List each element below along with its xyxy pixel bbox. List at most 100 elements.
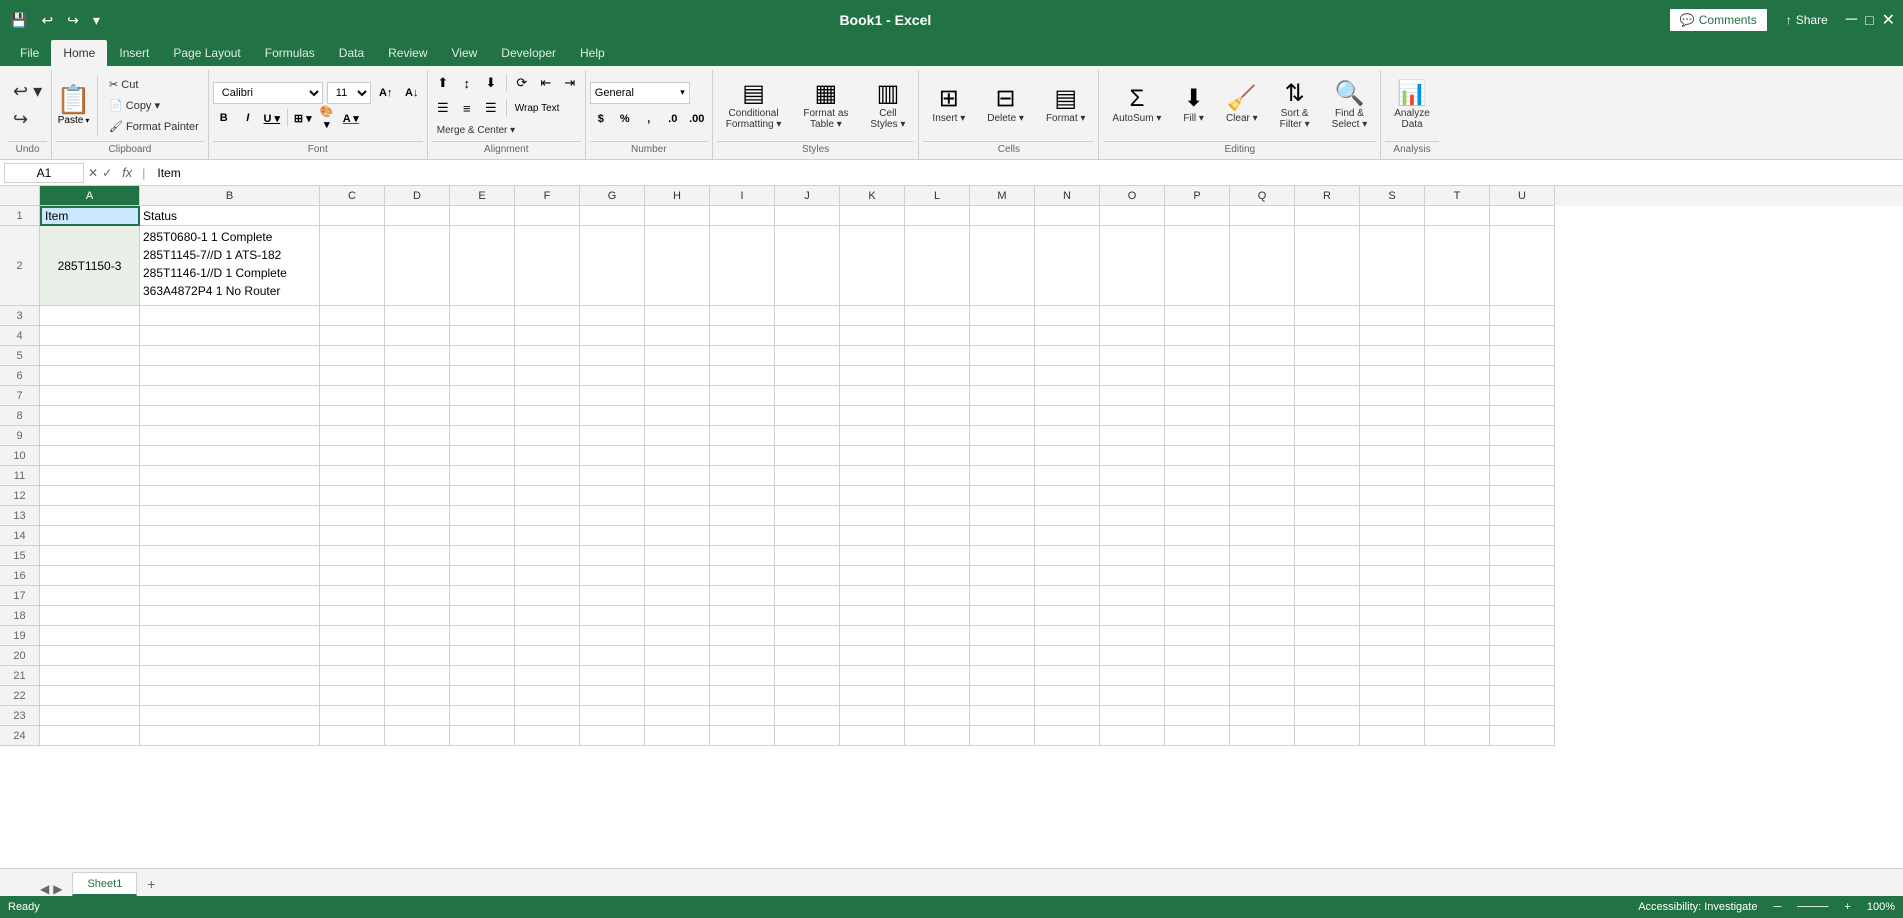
cell-S11[interactable] [1360,466,1425,486]
formula-input[interactable] [153,166,1899,180]
cell-L22[interactable] [905,686,970,706]
cell-J2[interactable] [775,226,840,306]
save-icon[interactable]: 💾 [8,10,29,31]
cell-C5[interactable] [320,346,385,366]
cell-S5[interactable] [1360,346,1425,366]
cell-H23[interactable] [645,706,710,726]
cell-O19[interactable] [1100,626,1165,646]
cell-Q18[interactable] [1230,606,1295,626]
cell-Q3[interactable] [1230,306,1295,326]
cell-R3[interactable] [1295,306,1360,326]
cell-O6[interactable] [1100,366,1165,386]
cell-U17[interactable] [1490,586,1555,606]
cell-T15[interactable] [1425,546,1490,566]
cell-S22[interactable] [1360,686,1425,706]
row-num-8[interactable]: 8 [0,406,40,426]
cell-S13[interactable] [1360,506,1425,526]
cell-N8[interactable] [1035,406,1100,426]
cell-G5[interactable] [580,346,645,366]
col-header-C[interactable]: C [320,186,385,206]
cell-P11[interactable] [1165,466,1230,486]
cell-S15[interactable] [1360,546,1425,566]
cell-K7[interactable] [840,386,905,406]
cell-P3[interactable] [1165,306,1230,326]
font-color-button[interactable]: A ▾ [340,107,362,129]
tab-formulas[interactable]: Formulas [253,40,327,66]
cell-K18[interactable] [840,606,905,626]
format-as-table-button[interactable]: ▦ Format asTable ▾ [794,77,857,135]
cell-G11[interactable] [580,466,645,486]
cell-M7[interactable] [970,386,1035,406]
cell-R8[interactable] [1295,406,1360,426]
cell-P18[interactable] [1165,606,1230,626]
cell-Q17[interactable] [1230,586,1295,606]
cell-M10[interactable] [970,446,1035,466]
cell-F14[interactable] [515,526,580,546]
cell-N6[interactable] [1035,366,1100,386]
close-button[interactable]: ✕ [1882,10,1895,30]
cell-B20[interactable] [140,646,320,666]
cell-H4[interactable] [645,326,710,346]
cell-N17[interactable] [1035,586,1100,606]
col-header-U[interactable]: U [1490,186,1555,206]
cell-P7[interactable] [1165,386,1230,406]
cell-M20[interactable] [970,646,1035,666]
cell-C3[interactable] [320,306,385,326]
cell-K10[interactable] [840,446,905,466]
cell-N19[interactable] [1035,626,1100,646]
cell-L24[interactable] [905,726,970,746]
cell-T9[interactable] [1425,426,1490,446]
row-num-7[interactable]: 7 [0,386,40,406]
cell-B24[interactable] [140,726,320,746]
cell-A22[interactable] [40,686,140,706]
cell-C17[interactable] [320,586,385,606]
cell-O15[interactable] [1100,546,1165,566]
cell-Q9[interactable] [1230,426,1295,446]
row-num-11[interactable]: 11 [0,466,40,486]
cell-M6[interactable] [970,366,1035,386]
cell-A3[interactable] [40,306,140,326]
cell-S1[interactable] [1360,206,1425,226]
cell-P17[interactable] [1165,586,1230,606]
cell-G6[interactable] [580,366,645,386]
cell-A17[interactable] [40,586,140,606]
cell-N11[interactable] [1035,466,1100,486]
cell-J13[interactable] [775,506,840,526]
analyze-data-button[interactable]: 📊 AnalyzeData [1385,77,1439,135]
cell-B7[interactable] [140,386,320,406]
col-header-A[interactable]: A [40,186,140,206]
cell-M3[interactable] [970,306,1035,326]
cancel-formula-icon[interactable]: ✕ [88,166,98,180]
cell-A13[interactable] [40,506,140,526]
cell-L7[interactable] [905,386,970,406]
cell-B12[interactable] [140,486,320,506]
cell-G23[interactable] [580,706,645,726]
cell-G12[interactable] [580,486,645,506]
cell-O5[interactable] [1100,346,1165,366]
cell-D22[interactable] [385,686,450,706]
row-num-24[interactable]: 24 [0,726,40,746]
cell-N15[interactable] [1035,546,1100,566]
cell-P22[interactable] [1165,686,1230,706]
cell-B15[interactable] [140,546,320,566]
cell-Q21[interactable] [1230,666,1295,686]
cell-B9[interactable] [140,426,320,446]
cell-T13[interactable] [1425,506,1490,526]
cell-G14[interactable] [580,526,645,546]
align-top-button[interactable]: ⬆ [432,72,454,94]
cell-K12[interactable] [840,486,905,506]
cell-J6[interactable] [775,366,840,386]
cell-N14[interactable] [1035,526,1100,546]
cell-S24[interactable] [1360,726,1425,746]
cell-U9[interactable] [1490,426,1555,446]
percent-button[interactable]: % [614,108,636,130]
cell-A11[interactable] [40,466,140,486]
cell-H17[interactable] [645,586,710,606]
cell-K16[interactable] [840,566,905,586]
cell-Q24[interactable] [1230,726,1295,746]
decrease-font-size-button[interactable]: A↓ [401,82,423,104]
cell-M17[interactable] [970,586,1035,606]
cell-I23[interactable] [710,706,775,726]
cell-E10[interactable] [450,446,515,466]
cell-K2[interactable] [840,226,905,306]
